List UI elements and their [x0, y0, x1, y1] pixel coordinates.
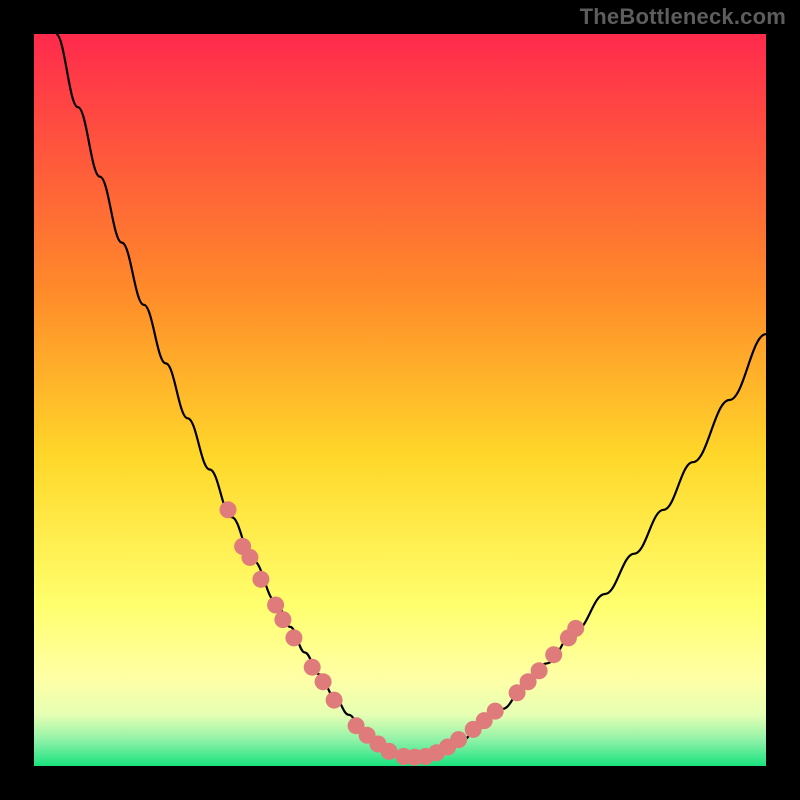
- data-marker: [487, 703, 504, 720]
- data-marker: [531, 662, 548, 679]
- plot-area: [34, 34, 766, 766]
- data-marker: [220, 501, 237, 518]
- data-marker: [315, 673, 332, 690]
- data-marker: [252, 571, 269, 588]
- chart-svg: [34, 34, 766, 766]
- data-marker: [274, 611, 291, 628]
- data-marker: [326, 692, 343, 709]
- data-marker: [545, 646, 562, 663]
- data-marker: [381, 743, 398, 760]
- watermark-text: TheBottleneck.com: [580, 4, 786, 30]
- data-marker: [304, 659, 321, 676]
- data-marker: [241, 549, 258, 566]
- data-marker: [267, 597, 284, 614]
- data-marker: [450, 731, 467, 748]
- data-marker: [567, 620, 584, 637]
- data-marker: [285, 629, 302, 646]
- chart-frame: TheBottleneck.com: [0, 0, 800, 800]
- gradient-background: [34, 34, 766, 766]
